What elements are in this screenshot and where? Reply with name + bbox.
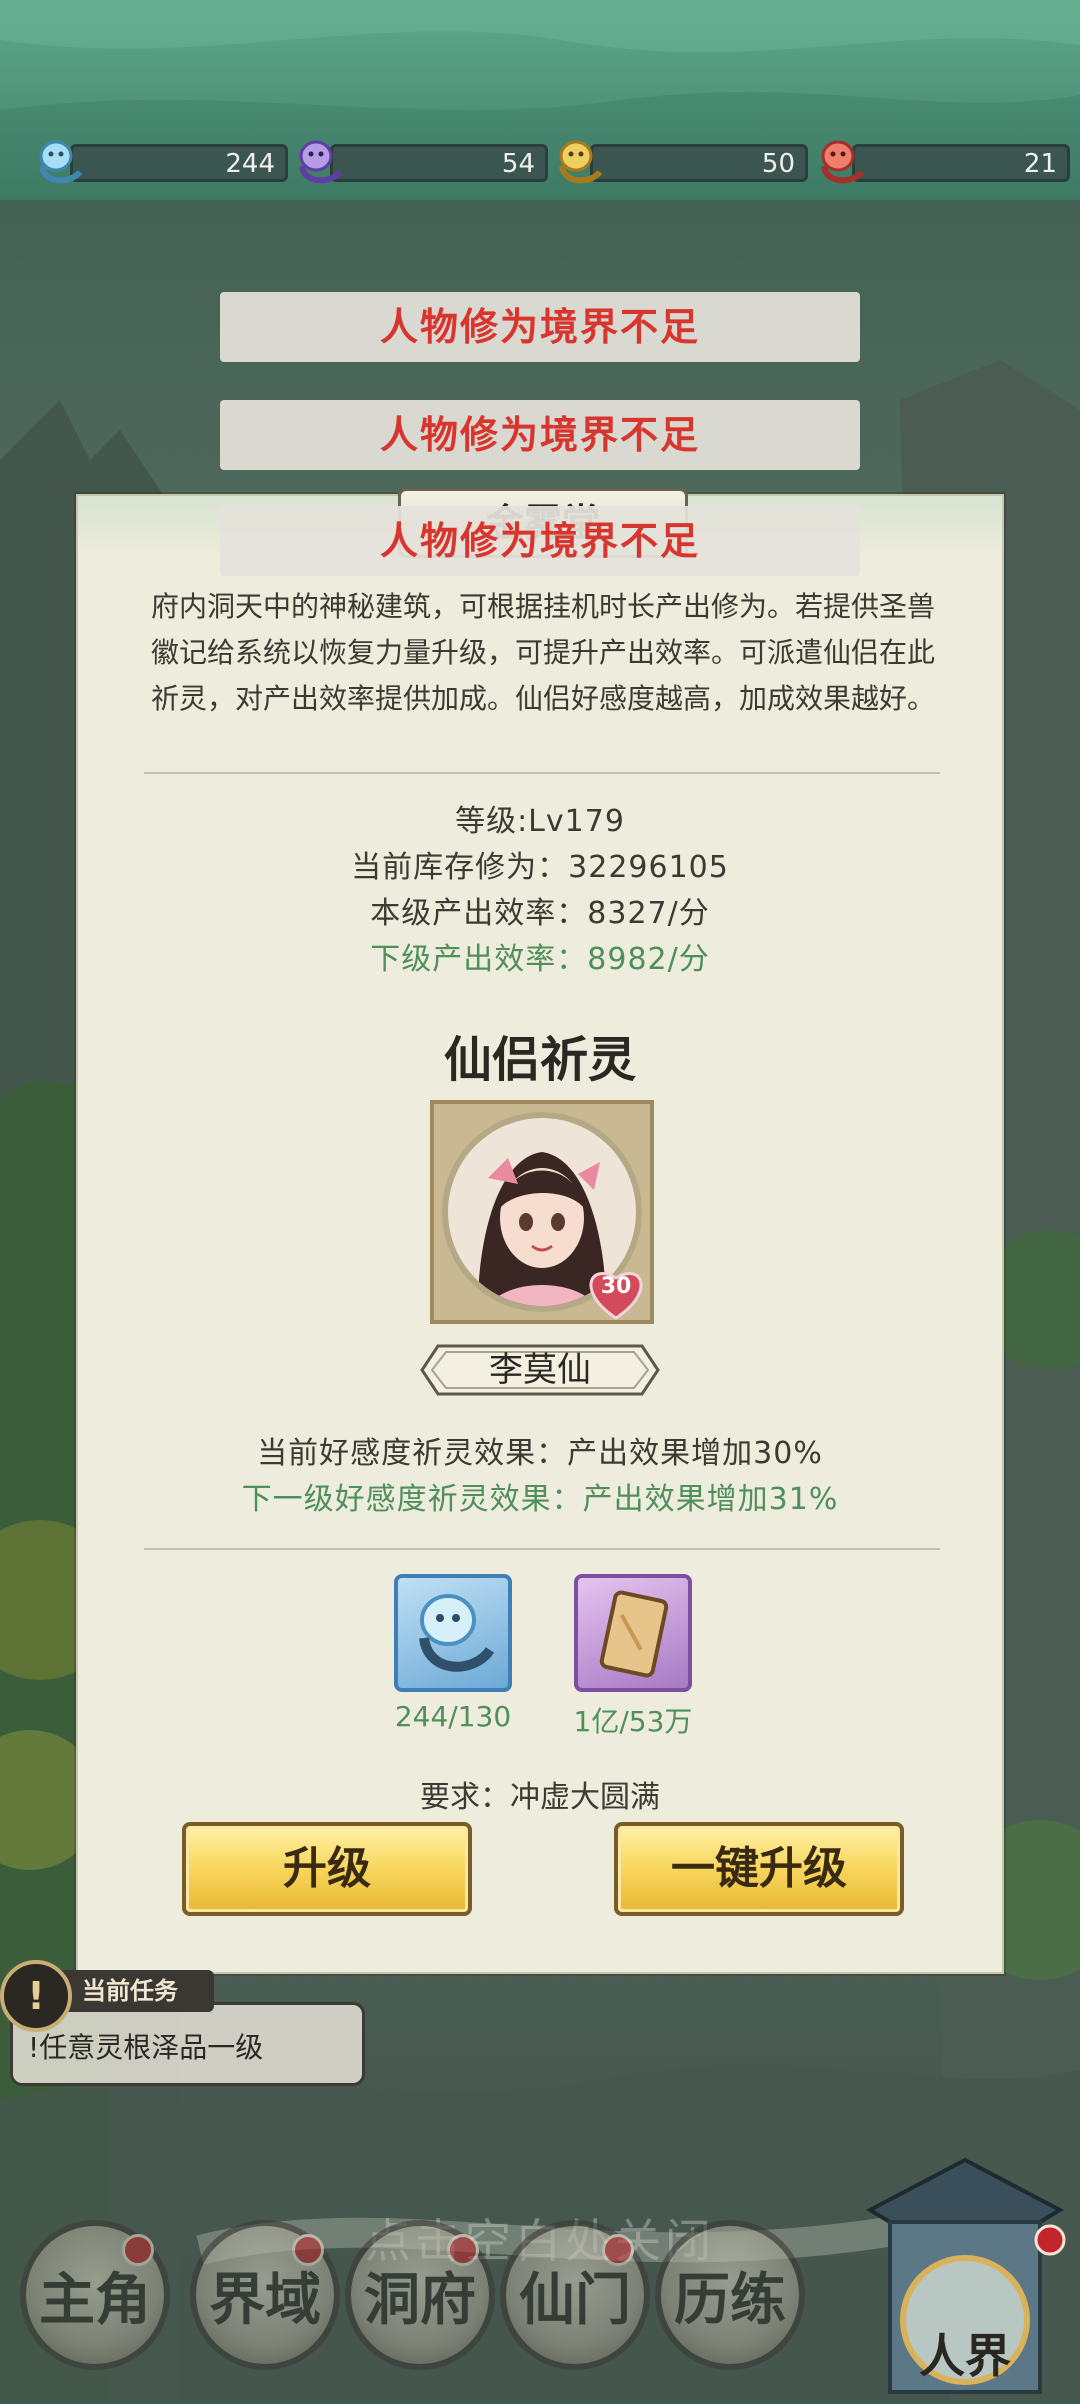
one-click-upgrade-button[interactable]: 一键升级 (614, 1822, 904, 1916)
resource-track: 50 (590, 144, 808, 182)
notification-dot-icon (122, 2234, 154, 2266)
resource-track: 21 (852, 144, 1070, 182)
requirement-text: 要求：冲虚大圆满 (420, 1780, 660, 1815)
notification-dot-icon (447, 2234, 479, 2266)
material-slot-talisman[interactable] (574, 1574, 692, 1692)
material-count: 244/130 (394, 1700, 512, 1733)
resource-value: 244 (225, 149, 275, 179)
red-spirit-icon (821, 140, 865, 184)
affinity-level: 30 (600, 1274, 632, 1299)
resource-track: 244 (70, 144, 288, 182)
next-effect-text: 下一级好感度祈灵效果：产出效果增加31% (241, 1482, 839, 1517)
notification-dot-icon (292, 2234, 324, 2266)
companion-portrait[interactable]: 30 (430, 1100, 654, 1324)
warning-toast: 人物修为境界不足 (220, 506, 860, 576)
nav-cave-mansion[interactable]: 洞府 (345, 2220, 495, 2370)
nav-trial[interactable]: 历练 (655, 2220, 805, 2370)
task-text: !任意灵根泽品一级 (28, 2031, 264, 2064)
level-text: 等级:Lv179 (455, 804, 625, 839)
warning-toast: 人物修为境界不足 (220, 400, 860, 470)
material-slot-blue-spirit[interactable] (394, 1574, 512, 1692)
resource-blue-spirit[interactable]: 244 (30, 140, 288, 186)
building-dialog: 金雾堂 府内洞天中的神秘建筑，可根据挂机时长产出修为。若提供圣兽徽记给系统以恢复… (76, 488, 1004, 1974)
resource-purple-spirit[interactable]: 54 (290, 140, 548, 186)
nav-label: 界域 (209, 2266, 321, 2333)
warning-toast: 人物修为境界不足 (220, 292, 860, 362)
nav-label: 洞府 (364, 2266, 476, 2333)
next-rate-text: 下级产出效率：8982/分 (370, 942, 710, 977)
resource-gold-spirit[interactable]: 50 (550, 140, 808, 186)
current-rate-text: 本级产出效率：8327/分 (370, 896, 710, 931)
resource-track: 54 (330, 144, 548, 182)
companion-name-plate: 李莫仙 (420, 1344, 660, 1396)
companion-name: 李莫仙 (489, 1350, 591, 1390)
companion-section-title: 仙侣祈灵 (443, 1032, 636, 1088)
notification-dot-icon (602, 2234, 634, 2266)
nav-sect[interactable]: 仙门 (500, 2220, 650, 2370)
resource-value: 54 (501, 149, 535, 179)
gold-spirit-icon (559, 140, 603, 184)
current-task-widget[interactable]: 当前任务 ! !任意灵根泽品一级 (0, 1960, 370, 2090)
divider (144, 1548, 940, 1550)
resource-value: 50 (761, 149, 795, 179)
building-description: 府内洞天中的神秘建筑，可根据挂机时长产出修为。若提供圣兽徽记给系统以恢复力量升级… (150, 590, 935, 715)
world-switch-button[interactable]: 人界 (850, 2130, 1080, 2400)
nav-protagonist[interactable]: 主角 (20, 2220, 170, 2370)
nav-label: 主角 (39, 2266, 151, 2333)
blue-spirit-icon (39, 140, 83, 184)
resource-red-spirit[interactable]: 21 (812, 140, 1070, 186)
nav-label: 历练 (674, 2266, 786, 2333)
top-resource-bar: 244 54 50 21 (0, 0, 1080, 200)
talisman-card-icon (599, 1590, 669, 1678)
material-count: 1亿/53万 (573, 1705, 693, 1738)
exclamation-icon: ! (0, 1960, 72, 2032)
world-button-label: 人界 (919, 2329, 1011, 2383)
stock-text: 当前库存修为：32296105 (351, 850, 729, 885)
purple-spirit-icon (299, 140, 343, 184)
upgrade-button[interactable]: 升级 (182, 1822, 472, 1916)
divider (144, 772, 940, 774)
resource-value: 21 (1023, 149, 1057, 179)
blue-spirit-icon (419, 1594, 495, 1672)
nav-label: 仙门 (519, 2266, 631, 2333)
current-effect-text: 当前好感度祈灵效果：产出效果增加30% (257, 1436, 823, 1471)
nav-realm[interactable]: 界域 (190, 2220, 340, 2370)
